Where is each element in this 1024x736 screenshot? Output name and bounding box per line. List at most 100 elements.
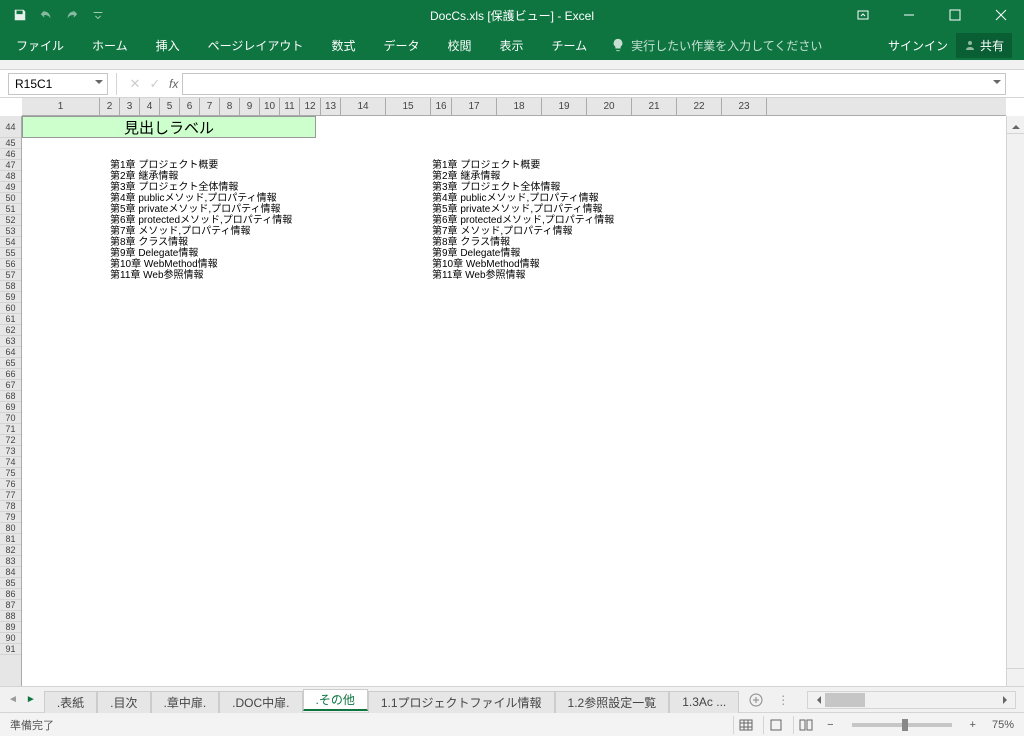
fx-icon[interactable]: fx [169, 77, 178, 91]
row-header[interactable]: 81 [0, 534, 21, 545]
col-header[interactable]: 9 [240, 98, 260, 115]
share-button[interactable]: 共有 [956, 33, 1012, 58]
chapter-cell[interactable]: 第6章 protectedメソッド,プロパティ情報 [110, 215, 292, 226]
chapter-cell[interactable]: 第8章 クラス情報 [432, 237, 614, 248]
row-header[interactable]: 91 [0, 644, 21, 655]
row-header[interactable]: 78 [0, 501, 21, 512]
chapter-cell[interactable]: 第4章 publicメソッド,プロパティ情報 [432, 193, 614, 204]
tab-team[interactable]: チーム [538, 30, 602, 60]
tab-formulas[interactable]: 数式 [317, 30, 369, 60]
chapter-cell[interactable]: 第6章 protectedメソッド,プロパティ情報 [432, 215, 614, 226]
cells-area[interactable]: 見出しラベル 第1章 プロジェクト概要第2章 継承情報第3章 プロジェクト全体情… [22, 116, 1006, 686]
row-header[interactable]: 79 [0, 512, 21, 523]
row-header[interactable]: 68 [0, 391, 21, 402]
row-header[interactable]: 63 [0, 336, 21, 347]
signin-link[interactable]: サインイン [888, 37, 948, 54]
row-header[interactable]: 50 [0, 193, 21, 204]
row-header[interactable]: 65 [0, 358, 21, 369]
qat-customize[interactable] [86, 3, 110, 27]
col-header[interactable]: 6 [180, 98, 200, 115]
chapter-cell[interactable]: 第5章 privateメソッド,プロパティ情報 [110, 204, 292, 215]
row-header[interactable]: 51 [0, 204, 21, 215]
chapter-cell[interactable]: 第8章 クラス情報 [110, 237, 292, 248]
col-header[interactable]: 23 [722, 98, 767, 115]
row-header[interactable]: 89 [0, 622, 21, 633]
name-box[interactable]: R15C1 [8, 73, 108, 95]
row-header[interactable]: 69 [0, 402, 21, 413]
col-header[interactable]: 17 [452, 98, 497, 115]
tab-insert[interactable]: 挿入 [142, 30, 194, 60]
row-header[interactable]: 61 [0, 314, 21, 325]
row-header[interactable]: 71 [0, 424, 21, 435]
col-header[interactable]: 1 [22, 98, 100, 115]
zoom-level[interactable]: 75% [992, 719, 1014, 731]
col-header[interactable]: 15 [386, 98, 431, 115]
tab-review[interactable]: 校閲 [433, 30, 485, 60]
chapter-cell[interactable]: 第3章 プロジェクト全体情報 [432, 182, 614, 193]
sheet-tab[interactable]: 1.3Ac ... [669, 691, 739, 713]
row-header[interactable]: 64 [0, 347, 21, 358]
tab-file[interactable]: ファイル [2, 30, 78, 60]
row-header[interactable]: 47 [0, 160, 21, 171]
row-header[interactable]: 70 [0, 413, 21, 424]
chapter-cell[interactable]: 第3章 プロジェクト全体情報 [110, 182, 292, 193]
row-header[interactable]: 53 [0, 226, 21, 237]
zoom-out[interactable]: − [823, 719, 837, 731]
col-header[interactable]: 7 [200, 98, 220, 115]
tell-me-search[interactable]: 実行したい作業を入力してください [611, 37, 822, 54]
zoom-slider[interactable] [852, 723, 952, 727]
col-header[interactable]: 2 [100, 98, 120, 115]
chapter-cell[interactable]: 第11章 Web参照情報 [432, 270, 614, 281]
row-header[interactable]: 44 [0, 116, 21, 138]
vertical-scrollbar[interactable] [1006, 116, 1024, 686]
redo-button[interactable] [60, 3, 84, 27]
col-header[interactable]: 11 [280, 98, 300, 115]
undo-button[interactable] [34, 3, 58, 27]
row-header[interactable]: 48 [0, 171, 21, 182]
tab-pagelayout[interactable]: ページレイアウト [194, 30, 318, 60]
chapter-cell[interactable]: 第7章 メソッド,プロパティ情報 [432, 226, 614, 237]
col-header[interactable]: 8 [220, 98, 240, 115]
row-header[interactable]: 49 [0, 182, 21, 193]
formula-input[interactable] [182, 73, 1006, 95]
tab-view[interactable]: 表示 [485, 30, 537, 60]
row-header[interactable]: 67 [0, 380, 21, 391]
col-header[interactable]: 10 [260, 98, 280, 115]
col-header[interactable]: 12 [300, 98, 321, 115]
row-header[interactable]: 73 [0, 446, 21, 457]
row-header[interactable]: 88 [0, 611, 21, 622]
chapter-cell[interactable]: 第1章 プロジェクト概要 [432, 160, 614, 171]
chapter-cell[interactable]: 第7章 メソッド,プロパティ情報 [110, 226, 292, 237]
row-header[interactable]: 84 [0, 567, 21, 578]
ribbon-display-button[interactable] [840, 0, 886, 30]
col-header[interactable]: 22 [677, 98, 722, 115]
chapter-cell[interactable]: 第10章 WebMethod情報 [432, 259, 614, 270]
chapter-cell[interactable]: 第1章 プロジェクト概要 [110, 160, 292, 171]
col-header[interactable]: 4 [140, 98, 160, 115]
minimize-button[interactable] [886, 0, 932, 30]
new-sheet-button[interactable] [745, 689, 767, 711]
row-header[interactable]: 90 [0, 633, 21, 644]
row-header[interactable]: 77 [0, 490, 21, 501]
row-header[interactable]: 45 [0, 138, 21, 149]
tab-home[interactable]: ホーム [78, 30, 142, 60]
row-header[interactable]: 60 [0, 303, 21, 314]
maximize-button[interactable] [932, 0, 978, 30]
col-header[interactable]: 20 [587, 98, 632, 115]
chapter-cell[interactable]: 第9章 Delegate情報 [432, 248, 614, 259]
chapter-cell[interactable]: 第2章 継承情報 [432, 171, 614, 182]
row-header[interactable]: 56 [0, 259, 21, 270]
row-header[interactable]: 87 [0, 600, 21, 611]
horizontal-scrollbar[interactable] [807, 691, 1016, 709]
col-header[interactable]: 13 [321, 98, 341, 115]
chapter-cell[interactable]: 第4章 publicメソッド,プロパティ情報 [110, 193, 292, 204]
sheet-nav[interactable]: ◄ ► [0, 694, 44, 705]
sheet-tab[interactable]: 1.2参照設定一覧 [555, 691, 670, 713]
col-header[interactable]: 5 [160, 98, 180, 115]
col-header[interactable]: 18 [497, 98, 542, 115]
tab-data[interactable]: データ [369, 30, 433, 60]
view-normal[interactable] [733, 716, 757, 734]
row-header[interactable]: 55 [0, 248, 21, 259]
sheet-tab[interactable]: .章中扉. [151, 691, 220, 713]
close-button[interactable] [978, 0, 1024, 30]
